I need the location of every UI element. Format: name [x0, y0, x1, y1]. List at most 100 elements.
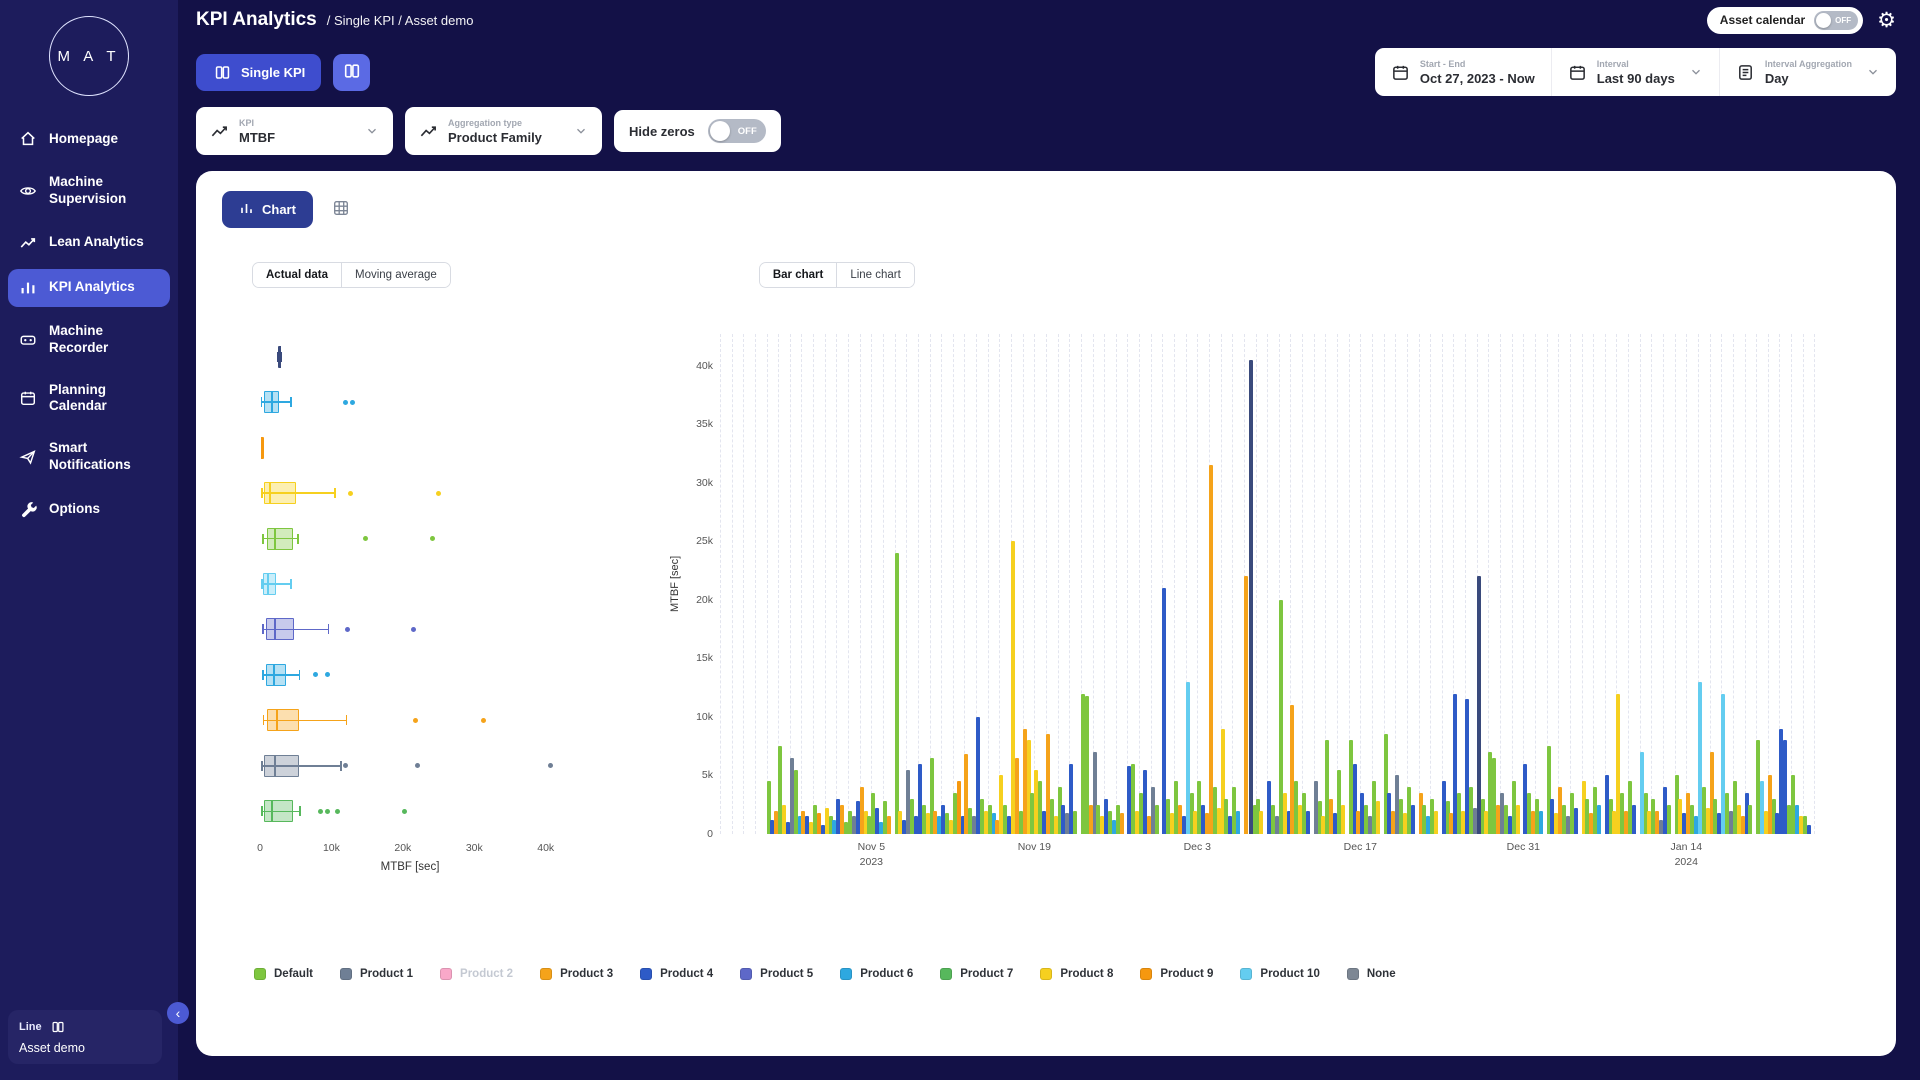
legend-item-product-6[interactable]: Product 6: [840, 968, 913, 980]
legend-label: Product 3: [560, 968, 613, 980]
sidebar: M A T Homepage Machine Supervision Lean An…: [0, 0, 178, 1080]
range-label: Start - End: [1420, 59, 1535, 69]
gridline: [1803, 334, 1804, 834]
box-outlier: [415, 763, 420, 768]
gridline: [1127, 334, 1128, 834]
y-tick-label: 5k: [702, 769, 713, 781]
box: [263, 573, 276, 595]
sidebar-collapse-button[interactable]: ‹: [167, 1002, 189, 1024]
legend-swatch: [1347, 968, 1359, 980]
sidebar-item-kpi-analytics[interactable]: KPI Analytics: [8, 269, 170, 307]
legend-swatch: [440, 968, 452, 980]
bar-chart-y-title: MTBF [sec]: [666, 334, 684, 834]
sidebar-item-options[interactable]: Options: [8, 490, 170, 528]
bar: [1209, 465, 1213, 834]
chart-controls-row: Actual dataMoving average Bar chartLine …: [196, 262, 1896, 288]
single-kpi-button[interactable]: Single KPI: [196, 54, 321, 91]
toggle-moving-average[interactable]: Moving average: [341, 263, 450, 287]
sidebar-footer[interactable]: Line Asset demo: [8, 1010, 162, 1064]
box-whisker-cap: [334, 488, 336, 498]
box-median: [267, 573, 269, 595]
toggle-actual-data[interactable]: Actual data: [253, 263, 341, 287]
gear-icon[interactable]: ⚙: [1877, 10, 1896, 31]
single-kpi-label: Single KPI: [241, 65, 305, 80]
box-median: [274, 755, 276, 777]
tab-table[interactable]: [323, 192, 359, 228]
legend-swatch: [1040, 968, 1052, 980]
toggle-line-chart[interactable]: Line chart: [836, 263, 914, 287]
tab-chart-label: Chart: [262, 202, 296, 217]
legend-item-default[interactable]: Default: [254, 968, 313, 980]
y-tick-label: 15k: [696, 652, 713, 664]
aggregation-type-select[interactable]: Aggregation type Product Family: [405, 107, 602, 155]
x-tick-label: Nov 19: [1018, 840, 1051, 855]
sidebar-item-label: Machine Supervision: [49, 174, 160, 208]
chevron-down-icon: [1866, 65, 1880, 79]
legend-swatch: [340, 968, 352, 980]
box-whisker-cap: [262, 670, 264, 680]
mat-logo[interactable]: M A T: [49, 16, 129, 96]
box: [264, 755, 299, 777]
legend-item-none[interactable]: None: [1347, 968, 1396, 980]
legend-item-product-7[interactable]: Product 7: [940, 968, 1013, 980]
gridline: [999, 334, 1000, 834]
interval-aggregation-label: Interval Aggregation: [1765, 59, 1852, 69]
interval-aggregation-select[interactable]: Interval Aggregation Day: [1719, 48, 1896, 96]
bar: [887, 816, 891, 834]
sidebar-item-machine-recorder[interactable]: Machine Recorder: [8, 314, 170, 366]
compare-view-button[interactable]: [333, 54, 370, 91]
gridline: [767, 334, 768, 834]
toggle-bar-chart[interactable]: Bar chart: [760, 263, 837, 287]
box-whisker-cap: [299, 806, 301, 816]
gridline: [1733, 334, 1734, 834]
gridline: [720, 334, 721, 834]
box-outlier: [325, 809, 330, 814]
asset-calendar-toggle[interactable]: Asset calendar OFF: [1707, 7, 1863, 34]
legend-swatch: [640, 968, 652, 980]
x-tick-label: 40k: [537, 842, 554, 854]
box-outlier: [343, 400, 348, 405]
document-icon: [1736, 63, 1755, 82]
legend-item-product-8[interactable]: Product 8: [1040, 968, 1113, 980]
date-range-picker[interactable]: Start - End Oct 27, 2023 - Now: [1375, 48, 1551, 96]
hide-zeros-switch[interactable]: OFF: [708, 119, 766, 143]
box-outlier: [436, 491, 441, 496]
legend-item-product-4[interactable]: Product 4: [640, 968, 713, 980]
box-plot-x-title: MTBF [sec]: [260, 861, 560, 873]
sidebar-item-smart-notifications[interactable]: Smart Notifications: [8, 431, 170, 483]
gridline: [1116, 334, 1117, 834]
sidebar-item-machine-supervision[interactable]: Machine Supervision: [8, 165, 170, 217]
bar: [1632, 805, 1636, 834]
gridline: [836, 334, 837, 834]
gridline: [1628, 334, 1629, 834]
legend-item-product-9[interactable]: Product 9: [1140, 968, 1213, 980]
interval-select[interactable]: Interval Last 90 days: [1551, 48, 1719, 96]
legend-item-product-10[interactable]: Product 10: [1240, 968, 1319, 980]
gridline: [1593, 334, 1594, 834]
legend-item-product-2[interactable]: Product 2: [440, 968, 513, 980]
legend-swatch: [540, 968, 552, 980]
legend-item-product-1[interactable]: Product 1: [340, 968, 413, 980]
box-outlier: [325, 672, 330, 677]
bar: [895, 553, 899, 834]
sidebar-item-label: Homepage: [49, 131, 118, 148]
kpi-select[interactable]: KPI MTBF: [196, 107, 393, 155]
columns-icon: [51, 1019, 66, 1034]
chart-mode-group: Bar chartLine chart: [759, 262, 915, 288]
legend-item-product-3[interactable]: Product 3: [540, 968, 613, 980]
tab-chart[interactable]: Chart: [222, 191, 313, 228]
bar: [1574, 808, 1578, 834]
gridline: [1523, 334, 1524, 834]
sidebar-item-homepage[interactable]: Homepage: [8, 120, 170, 158]
toolbar-row-2: KPI MTBF Aggregation type Product Family: [178, 96, 1920, 167]
gridline: [918, 334, 919, 834]
y-tick-label: 25k: [696, 535, 713, 547]
columns-icon: [212, 62, 232, 82]
sidebar-item-planning-calendar[interactable]: Planning Calendar: [8, 373, 170, 425]
gridline: [848, 334, 849, 834]
asset-calendar-switch[interactable]: OFF: [1814, 11, 1858, 30]
x-tick-label: Jan 142024: [1671, 840, 1703, 869]
gridline: [860, 334, 861, 834]
sidebar-item-lean-analytics[interactable]: Lean Analytics: [8, 224, 170, 262]
legend-item-product-5[interactable]: Product 5: [740, 968, 813, 980]
